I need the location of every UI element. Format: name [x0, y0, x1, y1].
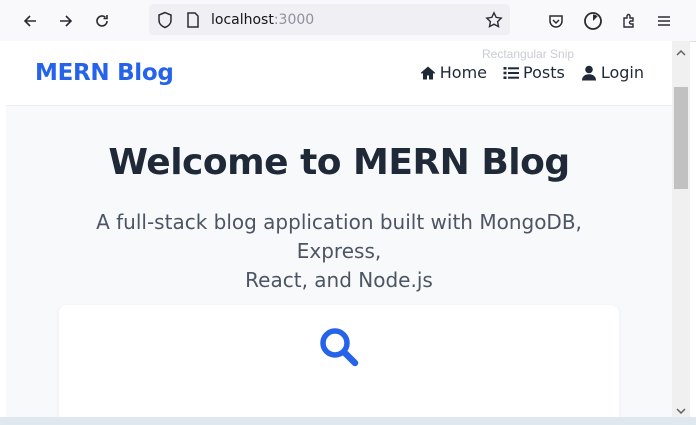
- window-frame-bottom: [0, 417, 696, 425]
- site-navbar: Rectangular Snip MERN Blog Home Posts Lo…: [6, 41, 672, 106]
- nav-posts-link[interactable]: Posts: [503, 63, 565, 82]
- url-port: :3000: [273, 12, 315, 28]
- menu-icon[interactable]: [650, 7, 678, 35]
- nav-login-link[interactable]: Login: [581, 63, 644, 82]
- extensions-icon[interactable]: [615, 7, 643, 35]
- scroll-up-icon[interactable]: [676, 45, 686, 56]
- home-icon: [420, 66, 435, 79]
- scrollbar-thumb[interactable]: [674, 87, 688, 189]
- scroll-down-icon[interactable]: [676, 403, 686, 415]
- star-icon[interactable]: [485, 11, 503, 29]
- snip-overlay-label: Rectangular Snip: [482, 47, 575, 61]
- site-brand[interactable]: MERN Blog: [35, 60, 174, 86]
- hero-title: Welcome to MERN Blog: [108, 142, 570, 183]
- reload-icon[interactable]: [88, 7, 116, 35]
- nav-home-link[interactable]: Home: [420, 63, 487, 82]
- browser-toolbar: localhost:3000: [0, 0, 696, 42]
- pocket-icon[interactable]: [542, 7, 570, 35]
- page-viewport: Rectangular Snip MERN Blog Home Posts Lo…: [6, 41, 672, 417]
- nav-links: Home Posts Login: [420, 63, 644, 82]
- nav-home-label: Home: [439, 63, 488, 82]
- nav-posts-label: Posts: [523, 63, 565, 82]
- list-icon: [503, 66, 520, 79]
- page-icon[interactable]: [185, 11, 203, 29]
- user-icon: [581, 65, 596, 80]
- nav-login-label: Login: [600, 63, 644, 82]
- back-icon[interactable]: [16, 7, 44, 35]
- forward-icon[interactable]: [52, 7, 80, 35]
- hero-subtitle: A full-stack blog application built with…: [56, 208, 622, 295]
- feature-card: [59, 305, 619, 417]
- hero-subtitle-line2: React, and Node.js: [245, 268, 433, 292]
- hero-subtitle-line1: A full-stack blog application built with…: [96, 210, 582, 263]
- url-host: localhost: [211, 12, 274, 28]
- search-icon: [320, 328, 359, 367]
- page-scrollbar[interactable]: [672, 41, 690, 417]
- url-bar[interactable]: localhost:3000: [149, 4, 510, 35]
- url-text[interactable]: localhost:3000: [211, 12, 314, 28]
- shield-icon[interactable]: [157, 11, 175, 29]
- timer-icon[interactable]: [579, 7, 607, 35]
